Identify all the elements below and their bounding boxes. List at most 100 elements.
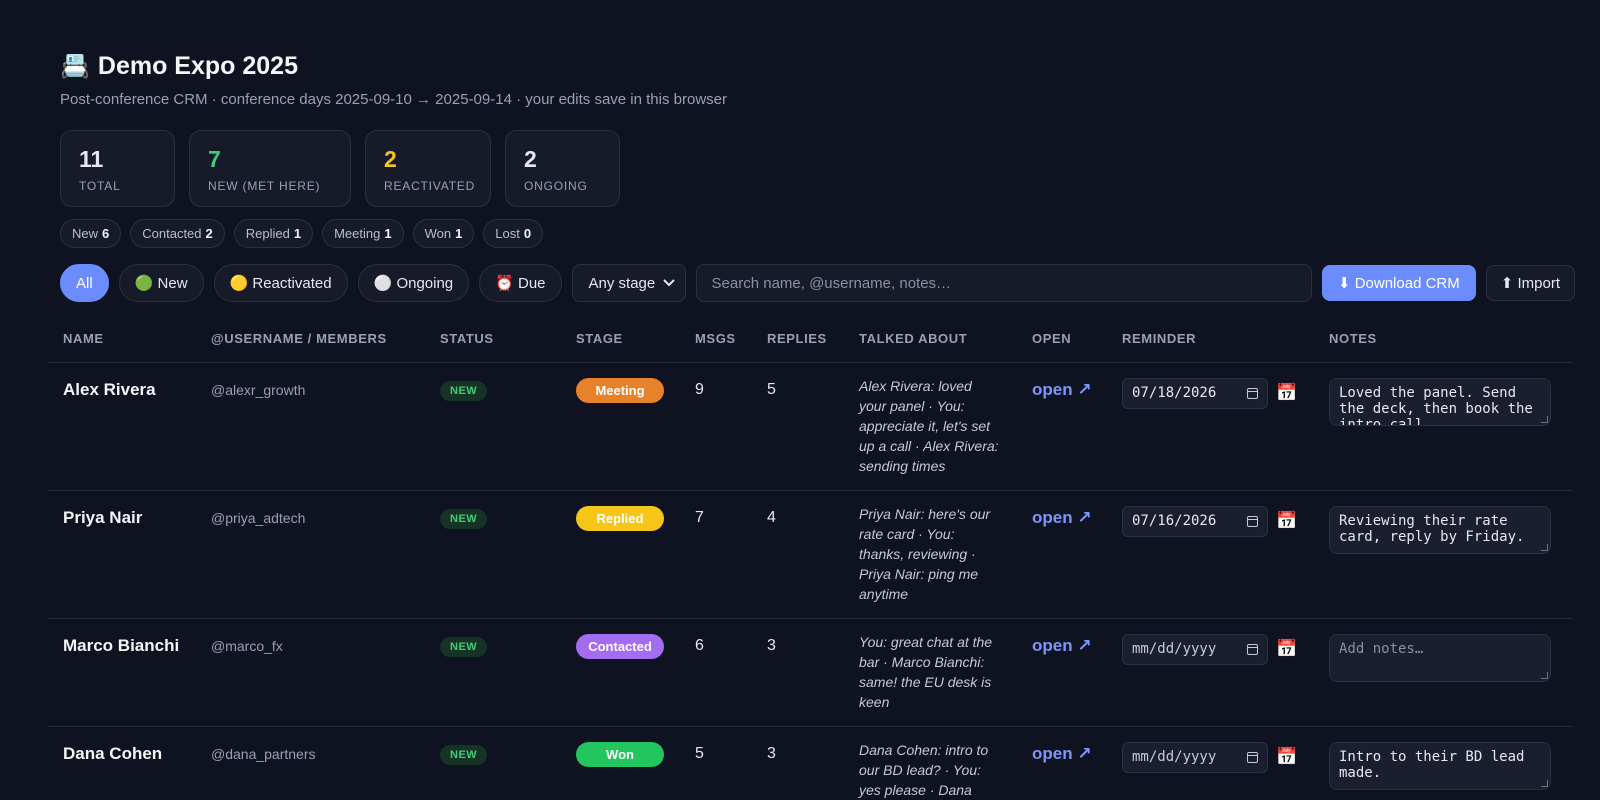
reminder-date-input[interactable]: mm/dd/yyyy: [1122, 741, 1268, 773]
replies-count: 3: [767, 744, 776, 762]
col-header-open[interactable]: OPEN: [1017, 315, 1107, 363]
stat-value: 2: [384, 146, 397, 172]
page-title-text: Demo Expo 2025: [97, 51, 298, 80]
contact-username: @alexr_growth: [211, 381, 306, 398]
stat-label: ONGOING: [524, 179, 588, 193]
stat-ongoing: 2 ONGOING: [505, 130, 620, 207]
resize-handle-icon[interactable]: [1541, 779, 1548, 787]
resize-handle-icon[interactable]: [1541, 543, 1548, 551]
stat-reactivated: 2 REACTIVATED: [365, 130, 491, 207]
col-header-name[interactable]: NAME: [48, 315, 196, 363]
col-header-username[interactable]: @USERNAME / MEMBERS: [196, 315, 425, 363]
col-header-talked-about[interactable]: TALKED ABOUT: [844, 315, 1017, 363]
status-badge: NEW: [440, 508, 488, 529]
contact-username: @dana_partners: [211, 745, 316, 762]
table-row: Alex Rivera @alexr_growth NEW Meeting 9 …: [48, 362, 1573, 491]
filter-all-button[interactable]: All: [60, 264, 109, 302]
stat-value: 7: [208, 146, 221, 172]
page-title: 📇 Demo Expo 2025: [60, 50, 1575, 82]
status-badge: NEW: [440, 744, 488, 765]
download-crm-button[interactable]: ⬇ Download CRM: [1321, 265, 1476, 301]
filter-reactivated-button[interactable]: 🟡 Reactivated: [213, 264, 348, 302]
open-link[interactable]: open ↗: [1032, 634, 1092, 656]
col-header-msgs[interactable]: MSGS: [680, 315, 752, 363]
resize-handle-icon[interactable]: [1541, 415, 1548, 423]
filter-toolbar: All 🟢 New 🟡 Reactivated ⚪ Ongoing ⏰ Due …: [60, 264, 1575, 302]
col-header-replies[interactable]: REPLIES: [752, 315, 844, 363]
calendar-icon[interactable]: 📅: [1276, 383, 1297, 403]
contact-name: Priya Nair: [63, 507, 143, 527]
open-link[interactable]: open ↗: [1032, 506, 1092, 528]
msgs-count: 7: [695, 508, 704, 526]
date-picker-icon[interactable]: [1247, 751, 1258, 763]
notes-textarea[interactable]: Add notes…: [1329, 633, 1551, 682]
replies-count: 3: [767, 636, 776, 654]
stage-pill[interactable]: Meeting: [576, 377, 664, 403]
col-header-notes[interactable]: NOTES: [1314, 315, 1573, 363]
reminder-date-input[interactable]: mm/dd/yyyy: [1122, 633, 1268, 665]
open-link[interactable]: open ↗: [1032, 378, 1092, 400]
chip-won: Won 1: [412, 219, 475, 248]
filter-ongoing-button[interactable]: ⚪ Ongoing: [357, 264, 470, 302]
reminder-date-input[interactable]: 07/16/2026: [1122, 505, 1268, 537]
replies-count: 5: [767, 380, 776, 398]
chevron-down-icon: [662, 279, 675, 287]
open-link[interactable]: open ↗: [1032, 742, 1092, 764]
calendar-icon[interactable]: 📅: [1276, 639, 1297, 659]
date-picker-icon[interactable]: [1247, 515, 1258, 527]
talked-about-text: Dana Cohen: intro to our BD lead? · You:…: [859, 741, 989, 798]
stat-value: 2: [524, 146, 537, 172]
msgs-count: 6: [695, 636, 704, 654]
calendar-icon[interactable]: 📅: [1276, 747, 1297, 767]
contact-username: @marco_fx: [211, 637, 283, 654]
page-subtitle: Post-conference CRM · conference days 20…: [60, 91, 727, 108]
contact-username: @priya_adtech: [211, 509, 306, 526]
col-header-status[interactable]: STATUS: [425, 315, 561, 363]
resize-handle-icon[interactable]: [1541, 671, 1548, 679]
stage-count-chips: New 6 Contacted 2 Replied 1 Meeting 1 Won 1 L…: [60, 219, 1575, 248]
stat-label: TOTAL: [79, 179, 121, 193]
col-header-stage[interactable]: STAGE: [561, 315, 680, 363]
stat-label: REACTIVATED: [384, 179, 476, 193]
stage-pill[interactable]: Contacted: [576, 633, 664, 659]
stat-total: 11 TOTAL: [60, 130, 175, 207]
table-row: Priya Nair @priya_adtech NEW Replied 7 4…: [48, 490, 1573, 619]
stage-pill[interactable]: Won: [576, 741, 664, 767]
talked-about-text: Alex Rivera: loved your panel · You: app…: [859, 377, 999, 474]
reminder-date-input[interactable]: 07/18/2026: [1122, 377, 1268, 409]
filter-due-button[interactable]: ⏰ Due: [479, 264, 562, 302]
filter-new-button[interactable]: 🟢 New: [118, 264, 204, 302]
date-picker-icon[interactable]: [1247, 643, 1258, 655]
table-row: Dana Cohen @dana_partners NEW Won 5 3 Da…: [48, 726, 1573, 800]
notes-textarea[interactable]: Intro to their BD lead made.: [1329, 741, 1551, 790]
talked-about-text: Priya Nair: here's our rate card · You: …: [859, 505, 991, 602]
contact-name: Dana Cohen: [63, 743, 163, 763]
chip-replied: Replied 1: [233, 219, 314, 248]
contact-name: Marco Bianchi: [63, 635, 180, 655]
stat-new: 7 NEW (MET HERE): [189, 130, 351, 207]
stage-pill[interactable]: Replied: [576, 505, 664, 531]
stage-select[interactable]: Any stage: [571, 264, 686, 302]
chip-meeting: Meeting 1: [322, 219, 404, 248]
status-badge: NEW: [440, 636, 488, 657]
chip-contacted: Contacted 2: [130, 219, 225, 248]
date-picker-icon[interactable]: [1247, 387, 1258, 399]
contacts-table: NAME @USERNAME / MEMBERS STATUS STAGE MS…: [48, 315, 1573, 800]
stat-value: 11: [79, 146, 104, 172]
stats-row: 11 TOTAL 7 NEW (MET HERE) 2 REACTIVATED …: [60, 130, 1575, 207]
talked-about-text: You: great chat at the bar · Marco Bianc…: [859, 633, 993, 710]
table-header-row: NAME @USERNAME / MEMBERS STATUS STAGE MS…: [48, 315, 1573, 363]
chip-new: New 6: [60, 219, 122, 248]
notes-textarea[interactable]: Reviewing their rate card, reply by Frid…: [1329, 505, 1551, 554]
contact-name: Alex Rivera: [63, 379, 156, 399]
col-header-reminder[interactable]: REMINDER: [1107, 315, 1314, 363]
card-index-icon: 📇: [60, 52, 90, 80]
status-badge: NEW: [440, 380, 488, 401]
import-button[interactable]: ⬆ Import: [1485, 265, 1575, 301]
msgs-count: 9: [695, 380, 704, 398]
calendar-icon[interactable]: 📅: [1276, 511, 1297, 531]
table-row: Marco Bianchi @marco_fx NEW Contacted 6 …: [48, 618, 1573, 727]
notes-textarea[interactable]: Loved the panel. Send the deck, then boo…: [1329, 377, 1551, 426]
search-input[interactable]: Search name, @username, notes…: [695, 264, 1312, 302]
msgs-count: 5: [695, 744, 704, 762]
